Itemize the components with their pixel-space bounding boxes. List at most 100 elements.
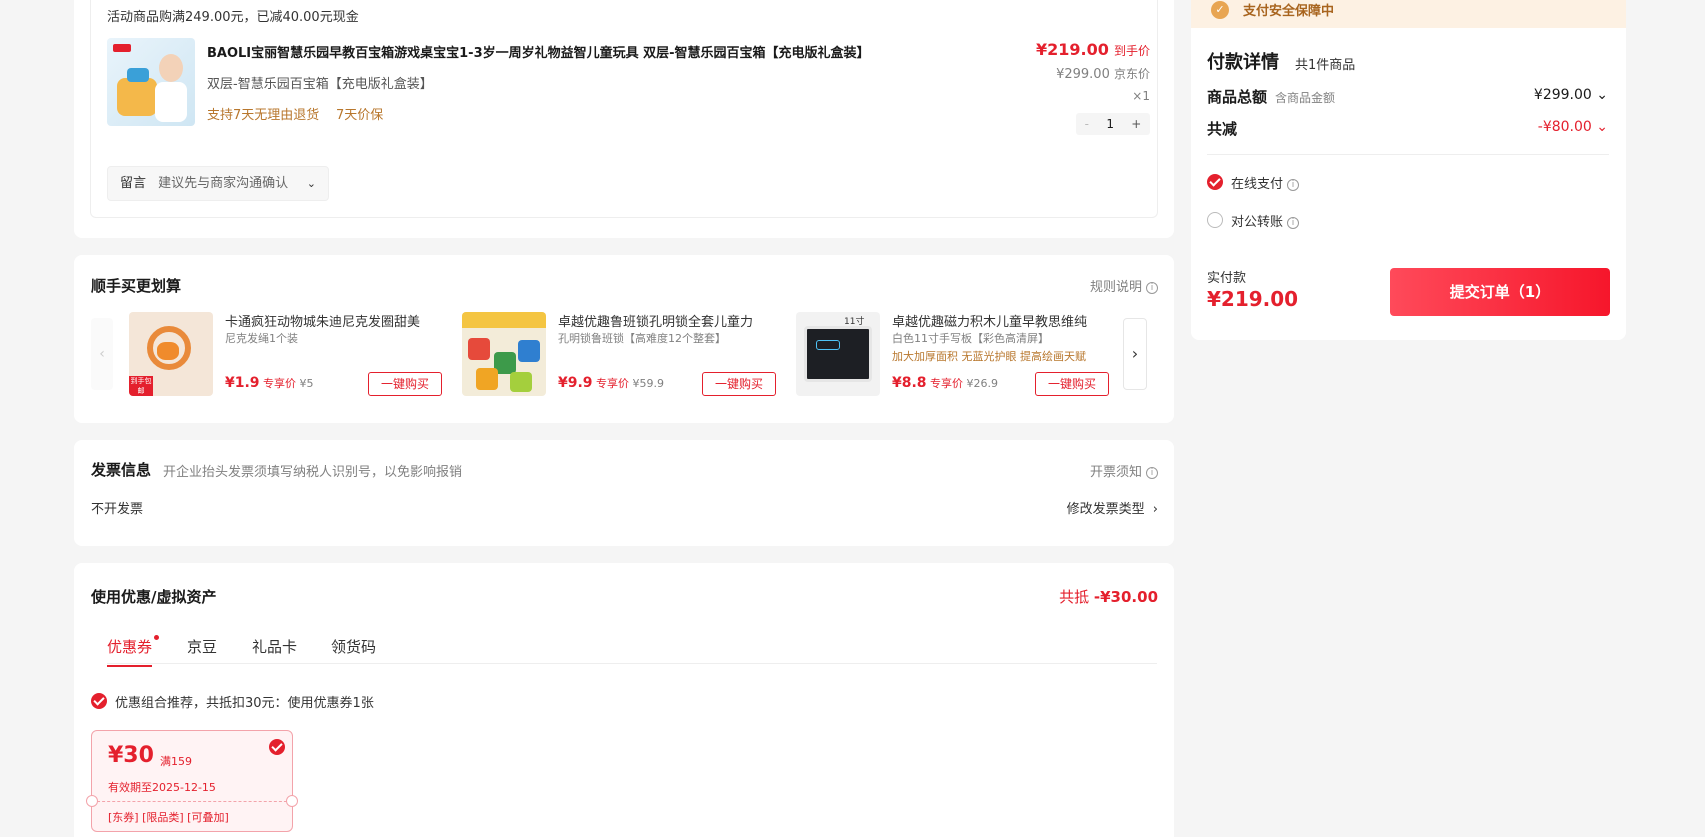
coupon-recommend: 优惠组合推荐，共抵扣30元：使用优惠券1张 <box>115 696 374 711</box>
info-icon: i <box>1287 216 1300 229</box>
recommend-check-icon[interactable] <box>91 693 107 709</box>
badge-free-shipping: 到手包邮 <box>129 376 153 396</box>
invoice-notice-label: 开票须知 <box>1089 465 1142 480</box>
addon-item-tag: 专享价 <box>930 377 964 390</box>
qty-minus-button[interactable]: - <box>1085 117 1089 131</box>
coupon-notch-right <box>286 795 298 807</box>
chevron-down-icon: ⌄ <box>1596 119 1608 135</box>
coupon-condition: 满159 <box>160 755 192 768</box>
addon-item-price: ¥1.9 <box>225 375 260 391</box>
product-price-tag: 到手价 <box>1113 44 1150 58</box>
chevron-right-icon: › <box>1152 502 1158 517</box>
addon-buy-button-1[interactable]: 一键购买 <box>368 372 442 396</box>
addon-item-promo-3: 加大加厚面积 无蓝光护眼 提高绘画天赋 <box>892 350 1086 363</box>
chevron-down-icon: ⌄ <box>1596 87 1608 103</box>
addon-title: 顺手买更划算 <box>91 277 182 295</box>
addon-item-image-3[interactable]: 11寸 <box>796 312 880 396</box>
addon-card: 顺手买更划算 规则说明 i ‹ 到手包邮 卡通疯狂动物城朱迪尼克发圈甜美 尼克发绳… <box>74 255 1174 423</box>
chevron-left-icon: ‹ <box>99 346 105 362</box>
qty-stepper[interactable]: - 1 + <box>1076 113 1150 135</box>
goods-total-label: 商品总额 <box>1207 88 1268 106</box>
coupon-card: 使用优惠/虚拟资产 共抵 -¥30.00 优惠券 京豆 礼品卡 领货码 优惠组合… <box>74 563 1174 837</box>
addon-item-image-2[interactable] <box>462 312 546 396</box>
product-image[interactable] <box>107 38 195 126</box>
actual-value: ¥219.00 <box>1207 287 1299 311</box>
addon-item-name-2[interactable]: 卓越优趣鲁班锁孔明锁全套儿童力 <box>558 311 773 330</box>
tab-coupons[interactable]: 优惠券 <box>107 636 153 667</box>
coupon-total-label: 共抵 <box>1059 588 1090 606</box>
carousel-prev-button[interactable]: ‹ <box>91 318 113 390</box>
qty-plus-button[interactable]: + <box>1131 117 1141 131</box>
pay-transfer-label[interactable]: 对公转账 i <box>1231 211 1300 230</box>
invoice-note: 开企业抬头发票须填写纳税人识别号，以免影响报销 <box>163 465 463 480</box>
info-icon: i <box>1146 281 1158 294</box>
product-variant: 双层-智慧乐园百宝箱【充电版礼盒装】 <box>207 77 433 92</box>
reduce-dropdown[interactable]: -¥80.00 ⌄ <box>1538 119 1608 135</box>
addon-item-price: ¥9.9 <box>558 375 593 391</box>
price-block: ¥219.00 到手价 <box>1036 40 1150 59</box>
message-field[interactable]: 留言 建议先与商家沟通确认 ⌄ <box>107 166 329 201</box>
addon-buy-button-2[interactable]: 一键购买 <box>702 372 776 396</box>
addon-item-sub-2: 孔明锁鲁班锁【高难度12个整套】 <box>558 332 726 345</box>
addon-item-name-3[interactable]: 卓越优趣磁力积木儿童早教思维纯 <box>892 311 1107 330</box>
goods-total-dropdown[interactable]: ¥299.00 ⌄ <box>1534 87 1608 103</box>
jd-price-tag: 京东价 <box>1113 67 1150 81</box>
chevron-right-icon: › <box>1131 344 1139 363</box>
invoice-card: 发票信息 开企业抬头发票须填写纳税人识别号，以免影响报销 开票须知 i 不开发票 … <box>74 440 1174 546</box>
addon-rules-link[interactable]: 规则说明 i <box>1090 276 1158 295</box>
coupon-expiry: 有效期至2025-12-15 <box>108 781 216 794</box>
safety-banner: ✓ 支付安全保障中 <box>1191 0 1626 28</box>
product-price: ¥219.00 <box>1036 40 1109 59</box>
tab-gift-card[interactable]: 礼品卡 <box>252 636 297 657</box>
chevron-down-icon: ⌄ <box>306 177 316 190</box>
coupon-amount: ¥30 <box>108 743 154 768</box>
coupon-notch-left <box>86 795 98 807</box>
service-price-protect[interactable]: 7天价保 <box>336 104 383 123</box>
qty-value[interactable]: 1 <box>1106 117 1114 131</box>
tab-pickup-code[interactable]: 领货码 <box>331 636 376 657</box>
pay-online-text: 在线支付 <box>1231 177 1284 192</box>
invoice-value: 不开发票 <box>91 502 144 517</box>
payment-count: 共1件商品 <box>1295 58 1356 73</box>
coupon-total-value: -¥30.00 <box>1093 588 1158 606</box>
goods-total-value: ¥299.00 <box>1533 87 1592 103</box>
goods-total-sub: 含商品金额 <box>1275 91 1336 105</box>
invoice-change-label: 修改发票类型 <box>1066 502 1145 517</box>
addon-item-tag: 专享价 <box>596 377 630 390</box>
addon-item-image-1[interactable]: 到手包邮 <box>129 312 213 396</box>
invoice-change-link[interactable]: 修改发票类型 › <box>1067 498 1158 517</box>
coupon-divider <box>92 801 292 802</box>
pay-transfer-text: 对公转账 <box>1231 215 1284 230</box>
carousel-next-button[interactable]: › <box>1123 318 1147 390</box>
pay-online-radio[interactable] <box>1207 174 1223 190</box>
service-return[interactable]: 支持7天无理由退货 <box>207 104 319 123</box>
coupon-total: 共抵 -¥30.00 <box>1059 586 1158 607</box>
invoice-notice-link[interactable]: 开票须知 i <box>1090 461 1158 480</box>
jd-price: ¥299.00 <box>1056 67 1110 82</box>
divider <box>1207 154 1609 155</box>
shield-icon: ✓ <box>1211 1 1229 19</box>
pay-transfer-radio[interactable] <box>1207 212 1223 228</box>
addon-item-price-row-1: ¥1.9 专享价 ¥5 <box>225 375 314 391</box>
thumb-size-label: 11寸 <box>844 317 865 327</box>
addon-item-orig: ¥59.9 <box>632 377 665 390</box>
pay-online-label[interactable]: 在线支付 i <box>1231 173 1300 192</box>
addon-buy-button-3[interactable]: 一键购买 <box>1035 372 1109 396</box>
coupon-ticket[interactable]: ¥30 满159 有效期至2025-12-15 [东券] [限品类] [可叠加] <box>86 730 298 832</box>
coupon-tags: [东券] [限品类] [可叠加] <box>108 811 229 824</box>
addon-item-sub-3: 白色11寸手写板【彩色高清屏】 <box>892 332 1049 345</box>
addon-item-name-1[interactable]: 卡通疯狂动物城朱迪尼克发圈甜美 <box>225 311 440 330</box>
addon-item-price-row-3: ¥8.8 专享价 ¥26.9 <box>892 375 998 391</box>
submit-order-button[interactable]: 提交订单（1） <box>1390 268 1610 316</box>
order-card: 活动商品购满249.00元，已减40.00元现金 BAOLI宝丽智慧乐园早教百宝… <box>74 0 1174 238</box>
payment-title: 付款详情 <box>1207 52 1279 73</box>
tab-jd-beans[interactable]: 京豆 <box>187 636 217 657</box>
jd-price-block: ¥299.00 京东价 <box>1056 65 1150 82</box>
addon-item-orig: ¥26.9 <box>966 377 999 390</box>
addon-item-tag: 专享价 <box>263 377 297 390</box>
product-title[interactable]: BAOLI宝丽智慧乐园早教百宝箱游戏桌宝宝1-3岁一周岁礼物益智儿童玩具 双层-… <box>207 42 947 61</box>
safety-text: 支付安全保障中 <box>1243 4 1335 19</box>
invoice-title: 发票信息 <box>91 461 152 479</box>
promo-note: 活动商品购满249.00元，已减40.00元现金 <box>107 10 359 25</box>
addon-item-price-row-2: ¥9.9 专享价 ¥59.9 <box>558 375 664 391</box>
